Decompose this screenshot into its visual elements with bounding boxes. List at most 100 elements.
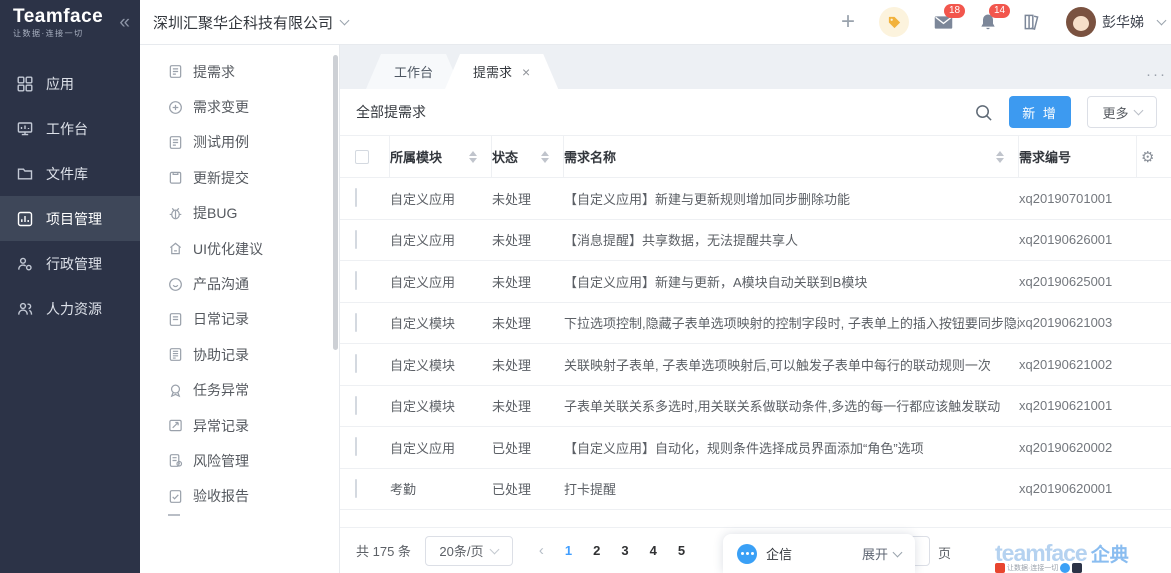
submenu-item-testcase[interactable]: 测试用例 bbox=[140, 125, 339, 160]
submenu-item-assist[interactable]: 协助记录 bbox=[140, 337, 339, 372]
table-row[interactable]: 自定义应用 未处理 【消息提醒】共享数据，无法提醒共享人 xq201906260… bbox=[340, 220, 1171, 261]
cell-status: 未处理 bbox=[492, 191, 532, 207]
hr-icon bbox=[18, 302, 33, 315]
cell-module: 自定义模块 bbox=[390, 357, 456, 373]
page-number-3[interactable]: 3 bbox=[621, 543, 628, 558]
cell-module: 自定义应用 bbox=[390, 191, 456, 207]
table-row[interactable]: 考勤 已处理 打卡提醒 xq20190620001 bbox=[340, 469, 1171, 510]
mail-badge: 18 bbox=[944, 3, 966, 18]
page-number-5[interactable]: 5 bbox=[678, 543, 685, 558]
cell-name[interactable]: 子表单关联关系多选时,用关联关系做联动条件,多选的每一行都应该触发联动 bbox=[564, 396, 1019, 415]
row-checkbox[interactable] bbox=[355, 354, 357, 374]
page-number-4[interactable]: 4 bbox=[650, 543, 657, 558]
tag-icon bbox=[888, 16, 900, 28]
row-checkbox[interactable] bbox=[355, 188, 357, 208]
watermark-app-icons: 让数据·连接一切 bbox=[995, 563, 1165, 573]
tab-requirements[interactable]: 提需求 × bbox=[445, 54, 558, 89]
cell-name[interactable]: 下拉选项控制,隐藏子表单选项映射的控制字段时, 子表单上的插入按钮要同步隐藏 bbox=[564, 313, 1019, 332]
table-row[interactable]: 自定义模块 未处理 子表单关联关系多选时,用关联关系做联动条件,多选的每一行都应… bbox=[340, 386, 1171, 427]
sort-icon[interactable] bbox=[996, 150, 1004, 163]
column-settings-gear-icon[interactable]: ⚙ bbox=[1141, 148, 1154, 166]
page-number-2[interactable]: 2 bbox=[593, 543, 600, 558]
more-label: 更多 bbox=[1102, 105, 1129, 121]
tab-workbench[interactable]: 工作台 bbox=[366, 54, 461, 89]
add-button[interactable]: 新 增 bbox=[1009, 96, 1071, 128]
cell-status: 未处理 bbox=[492, 357, 532, 373]
cell-code: xq20190701001 bbox=[1019, 190, 1113, 206]
sort-icon[interactable] bbox=[469, 150, 477, 163]
submenu-item-change[interactable]: 需求变更 bbox=[140, 89, 339, 124]
submenu-item-requirement[interactable]: 提需求 bbox=[140, 54, 339, 89]
submenu-item-ui-suggest[interactable]: UI优化建议 bbox=[140, 231, 339, 266]
cell-status: 已处理 bbox=[492, 482, 532, 498]
submenu-item-task-exception[interactable]: 任务异常 bbox=[140, 373, 339, 408]
nav-item-project[interactable]: 项目管理 bbox=[0, 196, 140, 241]
qixin-widget[interactable]: 企信 展开 bbox=[723, 534, 915, 573]
sort-icon[interactable] bbox=[541, 150, 549, 163]
cell-module: 自定义应用 bbox=[390, 274, 456, 290]
cell-status: 未处理 bbox=[492, 316, 532, 332]
table-row[interactable]: 自定义模块 未处理 下拉选项控制,隐藏子表单选项映射的控制字段时, 子表单上的插… bbox=[340, 303, 1171, 344]
row-checkbox[interactable] bbox=[355, 312, 357, 332]
submenu-label: 任务异常 bbox=[193, 382, 249, 399]
submenu-item-acceptance[interactable]: 验收报告 bbox=[140, 479, 339, 514]
prev-page-button[interactable]: ‹ bbox=[539, 542, 544, 559]
nav-item-apps[interactable]: 应用 bbox=[0, 61, 140, 106]
nav-item-files[interactable]: 文件库 bbox=[0, 151, 140, 196]
tab-overflow-icon[interactable]: ··· bbox=[1146, 66, 1167, 83]
mail-button[interactable]: 18 bbox=[933, 3, 966, 33]
row-checkbox[interactable] bbox=[355, 437, 357, 457]
library-icon bbox=[1024, 14, 1039, 30]
notifications-button[interactable]: 14 bbox=[978, 4, 1011, 32]
company-switcher[interactable]: 深圳汇聚华企科技有限公司 bbox=[153, 12, 350, 33]
tab-strip: 工作台 提需求 × ··· bbox=[340, 45, 1171, 89]
requirement-doc-icon bbox=[169, 65, 182, 79]
table-row[interactable]: 自定义应用 已处理 【自定义应用】自动化，规则条件选择成员界面添加“角色”选项 … bbox=[340, 427, 1171, 469]
nav-item-hr[interactable]: 人力资源 bbox=[0, 286, 140, 331]
acceptance-report-icon bbox=[169, 489, 182, 503]
nav-item-workbench[interactable]: 工作台 bbox=[0, 106, 140, 151]
row-checkbox[interactable] bbox=[355, 271, 357, 291]
user-menu[interactable]: 彭华娣 bbox=[1066, 7, 1167, 37]
cell-name[interactable]: 【自定义应用】自动化，规则条件选择成员界面添加“角色”选项 bbox=[564, 438, 1019, 457]
cell-code: xq20190621003 bbox=[1019, 315, 1113, 331]
select-all-checkbox[interactable] bbox=[355, 149, 369, 164]
tag-button[interactable] bbox=[879, 7, 909, 37]
submenu-item-product[interactable]: 产品沟通 bbox=[140, 266, 339, 301]
cell-name[interactable]: 打卡提醒 bbox=[564, 479, 1019, 498]
submenu-item-risk[interactable]: 风险管理 bbox=[140, 443, 339, 478]
collapse-sidebar-icon[interactable]: « bbox=[119, 12, 130, 34]
close-icon[interactable]: × bbox=[522, 64, 530, 80]
row-checkbox[interactable] bbox=[355, 478, 357, 498]
cell-name[interactable]: 【消息提醒】共享数据，无法提醒共享人 bbox=[564, 230, 1019, 249]
more-button[interactable]: 更多 bbox=[1087, 96, 1157, 128]
page-number-1[interactable]: 1 bbox=[565, 543, 572, 558]
qixin-expand-button[interactable]: 展开 bbox=[862, 544, 903, 563]
mini-app-icon bbox=[1060, 563, 1071, 573]
mini-app-icon bbox=[1072, 563, 1083, 573]
table-row[interactable]: 自定义模块 未处理 关联映射子表单, 子表单选项映射后,可以触发子表单中每行的联… bbox=[340, 344, 1171, 386]
add-icon[interactable]: + bbox=[841, 10, 855, 34]
submenu-item-bug[interactable]: 提BUG bbox=[140, 196, 339, 231]
workbench-icon bbox=[17, 121, 33, 135]
submenu-item-update[interactable]: 更新提交 bbox=[140, 160, 339, 195]
page-size-select[interactable]: 20条/页 bbox=[424, 535, 513, 566]
risk-icon bbox=[169, 454, 183, 468]
row-checkbox[interactable] bbox=[355, 229, 357, 249]
submenu-label: UI优化建议 bbox=[193, 240, 263, 257]
cell-name[interactable]: 【自定义应用】新建与更新规则增加同步删除功能 bbox=[564, 189, 1019, 208]
submenu-label: 验收报告 bbox=[193, 488, 249, 505]
table-row[interactable]: 自定义应用 未处理 【自定义应用】新建与更新，A模块自动关联到B模块 xq201… bbox=[340, 261, 1171, 303]
nav-label: 应用 bbox=[46, 75, 74, 92]
submenu-item-daily[interactable]: 日常记录 bbox=[140, 302, 339, 337]
cell-name[interactable]: 【自定义应用】新建与更新，A模块自动关联到B模块 bbox=[564, 272, 1019, 291]
submenu-scrollbar[interactable] bbox=[333, 55, 338, 350]
submenu-item-exception-log[interactable]: 异常记录 bbox=[140, 408, 339, 443]
cell-name[interactable]: 关联映射子表单, 子表单选项映射后,可以触发子表单中每行的联动规则一次 bbox=[564, 355, 1019, 374]
mini-app-icon bbox=[995, 563, 1005, 573]
table-row[interactable]: 自定义应用 未处理 【自定义应用】新建与更新规则增加同步删除功能 xq20190… bbox=[340, 178, 1171, 220]
search-icon[interactable] bbox=[974, 103, 993, 122]
library-button[interactable] bbox=[1022, 12, 1042, 32]
nav-item-admin[interactable]: 行政管理 bbox=[0, 241, 140, 286]
row-checkbox[interactable] bbox=[355, 395, 357, 415]
